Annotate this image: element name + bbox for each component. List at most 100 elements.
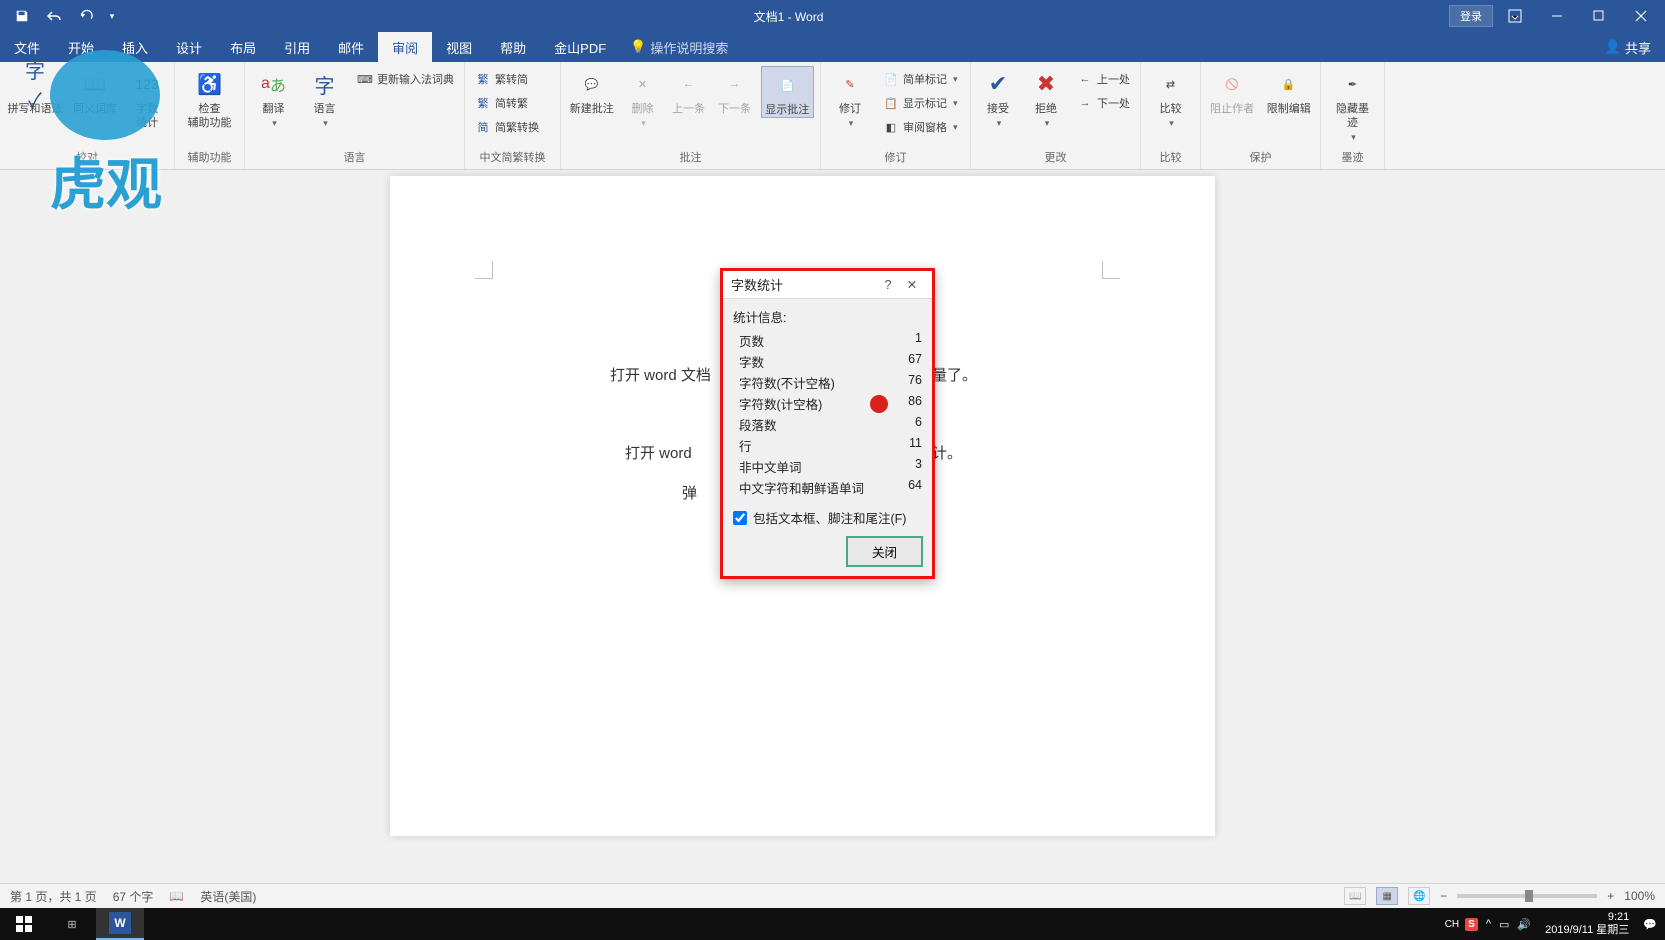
- checkbox-label: 包括文本框、脚注和尾注(F): [753, 508, 906, 527]
- stat-value: 76: [908, 373, 922, 392]
- lightbulb-icon: 💡: [630, 39, 646, 55]
- simp-to-trad-button[interactable]: 繁简转繁: [471, 92, 543, 114]
- zoom-thumb[interactable]: [1525, 890, 1533, 902]
- taskbar-word-icon[interactable]: W: [96, 908, 144, 940]
- view-print-icon[interactable]: ▦: [1376, 887, 1398, 905]
- tab-mail[interactable]: 邮件: [324, 32, 378, 62]
- group-label-accessibility: 辅助功能: [181, 147, 238, 169]
- new-comment-button[interactable]: 💬新建批注: [567, 66, 617, 116]
- tray-chevron-icon[interactable]: ^: [1486, 918, 1491, 930]
- zoom-slider[interactable]: [1457, 894, 1597, 898]
- stat-label: 字符数(计空格): [739, 394, 822, 413]
- group-label-comments: 批注: [567, 147, 814, 169]
- spelling-button[interactable]: 字✓拼写和语法: [6, 66, 64, 116]
- block-authors-button[interactable]: 🚫阻止作者: [1207, 66, 1258, 116]
- tray-battery-icon[interactable]: ▭: [1499, 918, 1509, 931]
- markup-icon: 📄: [883, 71, 899, 87]
- tab-design[interactable]: 设计: [162, 32, 216, 62]
- simple-markup-dropdown[interactable]: 📄简单标记▾: [879, 68, 962, 90]
- view-read-icon[interactable]: 📖: [1344, 887, 1366, 905]
- group-label-proofing: 校对: [6, 147, 168, 169]
- save-icon[interactable]: [8, 3, 36, 29]
- include-footnotes-input[interactable]: [733, 511, 747, 525]
- cursor-indicator: [870, 395, 888, 413]
- conversion-button[interactable]: 简简繁转换: [471, 116, 543, 138]
- tab-layout[interactable]: 布局: [216, 32, 270, 62]
- include-footnotes-checkbox[interactable]: 包括文本框、脚注和尾注(F): [733, 508, 922, 527]
- stat-row: 字数67: [733, 351, 922, 372]
- status-proofing-icon[interactable]: 📖: [169, 889, 184, 903]
- zoom-level[interactable]: 100%: [1624, 889, 1655, 903]
- group-changes: ✔接受▾ ✖拒绝▾ ←上一处 →下一处 更改: [971, 62, 1141, 169]
- maximize-icon[interactable]: [1579, 0, 1619, 32]
- redo-icon[interactable]: [72, 3, 100, 29]
- tray-notifications-icon[interactable]: 💬: [1643, 918, 1657, 931]
- tab-start[interactable]: 开始: [54, 32, 108, 62]
- trad-to-simp-button[interactable]: 繁繁转简: [471, 68, 543, 90]
- prev-change-button[interactable]: ←上一处: [1073, 68, 1134, 90]
- dialog-titlebar[interactable]: 字数统计 ? ✕: [723, 271, 932, 299]
- prev-comment-button[interactable]: ←上一条: [669, 66, 709, 116]
- dialog-body: 统计信息: 页数1字数67字符数(不计空格)76字符数(计空格)86段落数6行1…: [723, 299, 932, 576]
- tab-reference[interactable]: 引用: [270, 32, 324, 62]
- tab-review[interactable]: 审阅: [378, 32, 432, 62]
- next-comment-icon: →: [719, 68, 751, 100]
- status-bar: 第 1 页，共 1 页 67 个字 📖 英语(美国) 📖 ▦ 🌐 − + 100…: [0, 883, 1665, 908]
- undo-icon[interactable]: [40, 3, 68, 29]
- stat-value: 3: [915, 457, 922, 476]
- zoom-in-icon[interactable]: +: [1607, 889, 1614, 903]
- thesaurus-button[interactable]: 📖同义词库: [70, 66, 120, 116]
- dialog-help-icon[interactable]: ?: [876, 278, 900, 292]
- restrict-edit-button[interactable]: 🔒限制编辑: [1264, 66, 1315, 116]
- start-button[interactable]: [0, 908, 48, 940]
- tray-clock[interactable]: 9:21 2019/9/11 星期三: [1539, 911, 1635, 937]
- track-changes-button[interactable]: ✎修订▾: [827, 66, 873, 129]
- status-language[interactable]: 英语(美国): [200, 888, 256, 905]
- tray-volume-icon[interactable]: 🔊: [1517, 918, 1531, 931]
- minimize-icon[interactable]: [1537, 0, 1577, 32]
- accept-button[interactable]: ✔接受▾: [977, 66, 1019, 129]
- accessibility-button[interactable]: ♿检查 辅助功能: [181, 66, 238, 130]
- group-proofing: 字✓拼写和语法 📖同义词库 123字数 统计 校对: [0, 62, 175, 169]
- dialog-close-icon[interactable]: ✕: [900, 277, 924, 292]
- dialog-close-button[interactable]: 关闭: [847, 537, 922, 566]
- ime-indicator[interactable]: CH: [1445, 919, 1459, 930]
- show-markup-dropdown[interactable]: 📋显示标记▾: [879, 92, 962, 114]
- share-icon: 👤: [1605, 39, 1621, 55]
- ime-sogou-icon[interactable]: S: [1465, 918, 1478, 931]
- next-comment-button[interactable]: →下一条: [715, 66, 755, 116]
- conv-icon: 简: [475, 119, 491, 135]
- tell-me-search[interactable]: 💡 操作说明搜索: [620, 32, 738, 62]
- group-accessibility: ♿检查 辅助功能 辅助功能: [175, 62, 245, 169]
- next-change-icon: →: [1077, 95, 1093, 111]
- stat-label: 行: [739, 436, 752, 455]
- reject-button[interactable]: ✖拒绝▾: [1025, 66, 1067, 129]
- status-page[interactable]: 第 1 页，共 1 页: [10, 888, 97, 905]
- status-words[interactable]: 67 个字: [113, 888, 154, 905]
- qat-more-icon[interactable]: ▾: [104, 3, 120, 29]
- hide-ink-button[interactable]: ✒隐藏墨 迹▾: [1327, 66, 1378, 143]
- compare-button[interactable]: ⇄比较▾: [1147, 66, 1194, 129]
- next-change-button[interactable]: →下一处: [1073, 92, 1134, 114]
- reviewing-pane-dropdown[interactable]: ◧审阅窗格▾: [879, 116, 962, 138]
- zoom-out-icon[interactable]: −: [1440, 889, 1447, 903]
- close-icon[interactable]: [1621, 0, 1661, 32]
- view-web-icon[interactable]: 🌐: [1408, 887, 1430, 905]
- translate-button[interactable]: aあ翻译▾: [251, 66, 296, 129]
- group-label-language: 语言: [251, 147, 458, 169]
- language-button[interactable]: 字语言▾: [302, 66, 347, 129]
- show-comments-button[interactable]: 📄显示批注: [761, 66, 814, 118]
- share-button[interactable]: 👤 共享: [1591, 32, 1665, 62]
- ribbon-options-icon[interactable]: [1495, 0, 1535, 32]
- task-view-icon[interactable]: ⊞: [48, 908, 96, 940]
- stat-label: 段落数: [739, 415, 777, 434]
- stat-label: 字符数(不计空格): [739, 373, 835, 392]
- tab-insert[interactable]: 插入: [108, 32, 162, 62]
- login-button[interactable]: 登录: [1449, 5, 1493, 27]
- word-count-button[interactable]: 123字数 统计: [126, 66, 168, 130]
- delete-comment-button[interactable]: ✕删除▾: [623, 66, 663, 129]
- tab-help[interactable]: 帮助: [486, 32, 540, 62]
- tab-view[interactable]: 视图: [432, 32, 486, 62]
- tab-wps-pdf[interactable]: 金山PDF: [540, 32, 620, 62]
- update-ime-button[interactable]: ⌨更新输入法词典: [353, 68, 458, 90]
